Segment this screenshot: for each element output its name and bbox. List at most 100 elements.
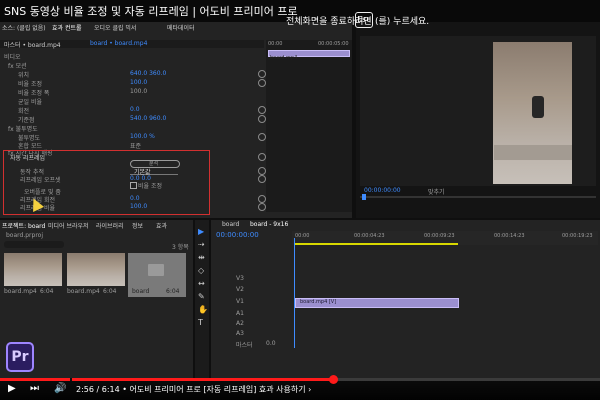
volume-icon[interactable]: 🔊: [54, 383, 66, 394]
track-master-value[interactable]: 0.0: [266, 340, 276, 347]
player-time: 2:56 / 6:14 • 어도비 프리미어 프로 [자동 리프레임] 효과 사…: [76, 384, 311, 395]
tab-project[interactable]: 프로젝트: board: [2, 221, 45, 230]
tab-media-browser[interactable]: 미디어 브라우저: [48, 221, 89, 230]
effect-row[interactable]: fx 불투명도: [8, 124, 38, 133]
reset-icon[interactable]: [258, 115, 266, 123]
effect-row: 비율 조정 폭: [18, 90, 50, 97]
ground-block: [494, 145, 572, 160]
timeline-clip-label: board.mp4 [V]: [300, 299, 337, 305]
effect-row[interactable]: fx 모션: [8, 61, 27, 70]
reset-icon[interactable]: [258, 70, 266, 78]
project-thumb-duration: 6:04: [103, 288, 117, 295]
play-icon[interactable]: ▶: [8, 383, 16, 394]
project-file-name: board.prproj: [6, 232, 43, 239]
reset-icon[interactable]: [258, 167, 266, 175]
mini-timeline-start: 00:00: [268, 41, 283, 47]
esc-key: Esc: [355, 12, 373, 28]
effect-value[interactable]: 표준: [130, 141, 141, 150]
hand-tool-icon[interactable]: ✋: [198, 305, 208, 314]
program-playhead-icon[interactable]: [362, 194, 366, 200]
ripple-edit-icon[interactable]: ⇹: [198, 253, 205, 262]
effect-value[interactable]: 100.0 %: [130, 133, 155, 140]
reframe-scale-value[interactable]: 100.0: [130, 203, 147, 210]
razor-tool-icon[interactable]: ◇: [198, 266, 204, 275]
timeline-tab-board-9x16[interactable]: board - 9x16: [250, 221, 288, 228]
chapter-title[interactable]: • 어도비 프리미어 프로 [자동 리프레임] 효과 사용하기 ›: [122, 385, 311, 394]
effect-row: 회전: [18, 108, 30, 115]
pen-tool-icon[interactable]: ✎: [198, 292, 205, 301]
tab-info[interactable]: 정보: [132, 221, 143, 230]
analyze-button-label: 분석: [149, 161, 159, 167]
reset-icon[interactable]: [258, 133, 266, 141]
track-a1[interactable]: A1: [236, 310, 244, 317]
effect-mini-timeline: [266, 40, 352, 212]
ruler-tick: 00:00: [295, 233, 310, 239]
work-area-bar[interactable]: [294, 243, 458, 245]
folder-icon: [148, 264, 164, 276]
tab-audio-mixer[interactable]: 오디오 클립 믹서: [94, 23, 136, 32]
mini-timeline-end: 00:00:05:00: [318, 41, 349, 47]
track-a2[interactable]: A2: [236, 320, 244, 327]
effect-row: 비율 조정: [18, 81, 42, 88]
next-icon[interactable]: ⏭: [30, 383, 39, 394]
ruler-tick: 00:00:19:23: [562, 233, 593, 239]
timeline-clip[interactable]: board.mp4 [V]: [295, 298, 459, 308]
breadcrumb[interactable]: 마스터 • board.mp4: [4, 40, 61, 49]
tab-metadata[interactable]: 메타데이터: [167, 23, 195, 32]
overflow-checkbox[interactable]: [130, 182, 137, 189]
tab-effects[interactable]: 효과: [156, 221, 167, 230]
reset-icon[interactable]: [258, 79, 266, 87]
auto-reframe-title[interactable]: 자동 리프레임: [10, 153, 45, 162]
timeline-playhead[interactable]: [294, 238, 295, 348]
premiere-logo: Pr: [6, 342, 34, 372]
type-tool-icon[interactable]: T: [198, 318, 203, 327]
project-thumb[interactable]: [67, 253, 125, 286]
project-thumb-name: board.mp4: [67, 288, 100, 295]
tab-effect-controls[interactable]: 효과 컨트롤: [52, 23, 82, 32]
program-timecode[interactable]: 00:00:00:00: [364, 187, 401, 194]
tab-source[interactable]: 소스: (클립 없음): [2, 23, 46, 32]
ruler-tick: 00:00:09:23: [424, 233, 455, 239]
reframe-rotate-value[interactable]: 0.0: [130, 195, 140, 202]
sequence-label[interactable]: board • board.mp4: [90, 40, 147, 47]
track-a3[interactable]: A3: [236, 330, 244, 337]
reset-icon[interactable]: [258, 203, 266, 211]
reframe-offset-label: 리프레임 오프셋: [20, 177, 61, 184]
program-scrubber[interactable]: [360, 196, 596, 198]
timeline-tab-board[interactable]: board: [222, 221, 239, 228]
program-fit-select[interactable]: 맞추기: [428, 187, 445, 196]
ruler-tick: 00:00:04:23: [354, 233, 385, 239]
effect-value[interactable]: 640.0 360.0: [130, 70, 166, 77]
effect-row: 기준점: [18, 117, 35, 124]
track-v3[interactable]: V3: [236, 275, 244, 282]
current-time: 2:56: [76, 385, 94, 394]
effect-row: 균일 비율: [18, 99, 42, 106]
reset-icon[interactable]: [258, 195, 266, 203]
project-count: 3 항목: [172, 244, 189, 251]
project-search-input[interactable]: [4, 241, 64, 248]
project-tabs: 프로젝트: board 미디어 브라우저 라이브러리 정보 효과: [2, 221, 193, 230]
effect-value[interactable]: 540.0 960.0: [130, 115, 166, 122]
tab-libraries[interactable]: 라이브러리: [96, 221, 124, 230]
reset-icon[interactable]: [258, 175, 266, 183]
track-v1[interactable]: V1: [236, 298, 244, 305]
project-thumb-duration: 6:04: [40, 288, 54, 295]
video-title[interactable]: SNS 동영상 비율 조정 및 자동 리프레임 | 어도비 프리미어 프로: [4, 3, 298, 19]
effect-value[interactable]: 100.0: [130, 79, 147, 86]
project-thumb-name: board: [132, 288, 150, 295]
skater-figure: [532, 96, 544, 118]
effect-value[interactable]: 0.0: [130, 106, 140, 113]
selection-tool-icon[interactable]: ▶: [198, 227, 204, 236]
slip-tool-icon[interactable]: ↔: [198, 279, 205, 288]
overflow-checkbox-label: 비율 조정: [138, 183, 162, 190]
track-v2[interactable]: V2: [236, 286, 244, 293]
project-thumb[interactable]: [4, 253, 62, 286]
track-select-icon[interactable]: ⇢: [198, 240, 205, 249]
progress-scrubber[interactable]: [329, 375, 338, 384]
reset-icon[interactable]: [258, 153, 266, 161]
reset-icon[interactable]: [258, 106, 266, 114]
timeline-timecode[interactable]: 00:00:00:00: [216, 231, 259, 239]
effect-value[interactable]: 100.0: [130, 88, 147, 95]
ruler-tick: 00:00:14:23: [494, 233, 525, 239]
motion-tracking-select[interactable]: 기본값: [130, 167, 178, 176]
